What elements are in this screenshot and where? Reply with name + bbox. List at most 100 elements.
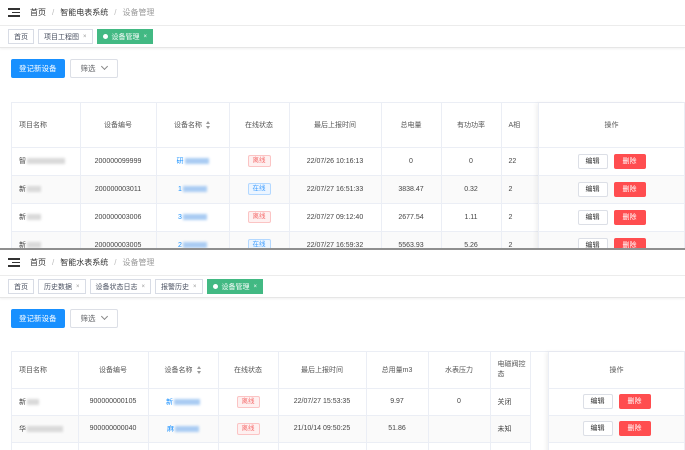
breadcrumb-separator: /	[52, 258, 55, 267]
tag-home[interactable]: 首页	[8, 29, 34, 44]
column-header-sortable[interactable]: 设备名称	[148, 352, 219, 389]
active-dot-icon	[102, 34, 108, 39]
delete-button[interactable]: 删除	[613, 153, 646, 169]
delete-button[interactable]: 删除	[613, 209, 646, 225]
top-navbar: 首页 / 智能电表系统 / 设备管理	[0, 0, 685, 26]
breadcrumb-separator: /	[114, 8, 117, 17]
column-header: 水表压力	[428, 352, 491, 389]
delete-button[interactable]: 删除	[618, 421, 651, 436]
column-header: 总用量m3	[366, 352, 429, 389]
cell-operations: 编辑 删除	[538, 175, 685, 204]
filter-button[interactable]: 筛选	[69, 308, 118, 328]
cell-device-name[interactable]: 3	[156, 203, 230, 232]
redacted-text	[27, 398, 39, 405]
delete-button[interactable]: 删除	[618, 394, 651, 409]
redacted-text	[27, 425, 63, 432]
cell-valve: 关闭	[490, 388, 531, 416]
cell-power: 0	[441, 147, 502, 176]
edit-button[interactable]: 编辑	[577, 153, 608, 169]
cell-total: 2677.54	[381, 203, 442, 232]
redacted-text	[174, 398, 200, 405]
close-icon[interactable]: ×	[142, 284, 146, 290]
column-header: 最后上报时间	[289, 103, 382, 148]
column-header: 有功功率	[441, 103, 502, 148]
breadcrumb-home[interactable]: 首页	[30, 7, 46, 18]
table-row: 编辑 删除	[548, 388, 685, 416]
top-navbar: 首页 / 智能水表系统 / 设备管理	[0, 250, 685, 276]
column-header-label: 设备名称	[174, 121, 202, 129]
cell-status: 在线	[229, 175, 290, 204]
redacted-text	[27, 158, 65, 165]
tag-label: 设备状态日志	[95, 283, 138, 291]
water-meter-panel: 首页 / 智能水表系统 / 设备管理 首页 历史数据 × 设备状态日志 × 报警历史…	[0, 250, 685, 450]
filter-button[interactable]: 筛选	[69, 58, 118, 78]
cell-device-name[interactable]: 1	[156, 175, 230, 204]
breadcrumb-current: 设备管理	[122, 258, 155, 267]
cell-time: 22/07/27 15:53:35	[278, 388, 367, 416]
column-header: 电磁阀控态	[490, 352, 531, 389]
cell-project: 新	[12, 175, 81, 204]
cell-pressure	[428, 415, 491, 443]
redacted-text	[182, 213, 207, 220]
edit-button[interactable]: 编辑	[582, 421, 613, 436]
tag-alarm-history[interactable]: 报警历史 ×	[155, 279, 203, 294]
chevron-down-icon	[100, 312, 108, 321]
active-dot-icon	[212, 284, 218, 289]
column-header: 设备编号	[78, 352, 149, 389]
column-header-operations: 操作	[538, 103, 685, 148]
sort-icon[interactable]	[206, 120, 211, 129]
cell-power: 0.32	[441, 175, 502, 204]
tag-device-management[interactable]: 设备管理 ×	[96, 29, 154, 44]
tag-label: 项目工程图	[44, 33, 79, 41]
tag-history-data[interactable]: 历史数据 ×	[38, 279, 86, 294]
edit-button[interactable]: 编辑	[577, 209, 608, 225]
device-table: 项目名称 设备编号 设备名称 在线状态 最后上报时间 总电量 有功功率 A相 智…	[11, 102, 685, 250]
table-row: 华 900000000040 麻 离线 21/10/14 09:50:25 51…	[12, 415, 531, 443]
cell-device-name[interactable]: 新	[148, 388, 219, 416]
column-header-sortable[interactable]: 设备名称	[156, 103, 230, 148]
tag-home[interactable]: 首页	[8, 279, 34, 294]
redacted-text	[175, 425, 199, 432]
filter-label: 筛选	[80, 313, 96, 323]
cell-device-no: 900000000040	[78, 415, 149, 443]
close-icon[interactable]: ×	[76, 284, 80, 290]
redacted-text	[182, 185, 207, 192]
breadcrumb-system[interactable]: 智能水表系统	[60, 257, 108, 268]
breadcrumb-home[interactable]: 首页	[30, 257, 46, 268]
delete-button[interactable]: 删除	[613, 181, 646, 197]
table-header-row: 操作	[548, 352, 685, 389]
sort-icon[interactable]	[196, 365, 202, 374]
redacted-text	[27, 186, 41, 193]
cell-total: 0	[381, 147, 442, 176]
tag-label: 报警历史	[161, 283, 190, 291]
status-badge: 离线	[236, 395, 260, 408]
table-row: 新 200000003011 1 在线 22/07/27 16:51:33 38…	[12, 175, 542, 204]
redacted-text	[182, 241, 207, 248]
register-device-button[interactable]: 登记新设备	[11, 308, 65, 328]
edit-button[interactable]: 编辑	[582, 394, 613, 409]
breadcrumb-separator: /	[114, 258, 117, 267]
table-row: 智 200000099999 研 离线 22/07/26 10:16:13 0 …	[12, 147, 542, 176]
tag-device-management[interactable]: 设备管理 ×	[206, 279, 264, 294]
close-icon[interactable]: ×	[83, 34, 87, 40]
table-row: 新 200000003006 3 离线 22/07/27 09:12:40 26…	[12, 203, 542, 232]
cell-project: 新	[12, 388, 79, 416]
tag-device-status-log[interactable]: 设备状态日志 ×	[89, 279, 152, 294]
hamburger-menu-icon[interactable]	[8, 8, 20, 17]
cell-device-name[interactable]: 麻	[148, 415, 219, 443]
cell-device-name[interactable]: 研	[156, 147, 230, 176]
close-icon[interactable]: ×	[254, 284, 258, 290]
edit-button[interactable]: 编辑	[577, 181, 608, 197]
cell-device-no: 200000003011	[80, 175, 157, 204]
tag-project-diagram[interactable]: 项目工程图 ×	[38, 29, 93, 44]
close-icon[interactable]: ×	[144, 34, 148, 40]
close-icon[interactable]: ×	[193, 284, 197, 290]
cell-device-no: 200000099999	[80, 147, 157, 176]
breadcrumb-system[interactable]: 智能电表系统	[60, 7, 108, 18]
hamburger-menu-icon[interactable]	[8, 258, 20, 267]
operations-column: 操作 编辑 删除 编辑 删除	[548, 352, 685, 450]
cell-operations: 编辑 删除	[548, 388, 685, 416]
cell-status: 离线	[218, 388, 279, 416]
action-bar: 登记新设备 筛选	[0, 298, 685, 338]
register-device-button[interactable]: 登记新设备	[11, 58, 65, 78]
